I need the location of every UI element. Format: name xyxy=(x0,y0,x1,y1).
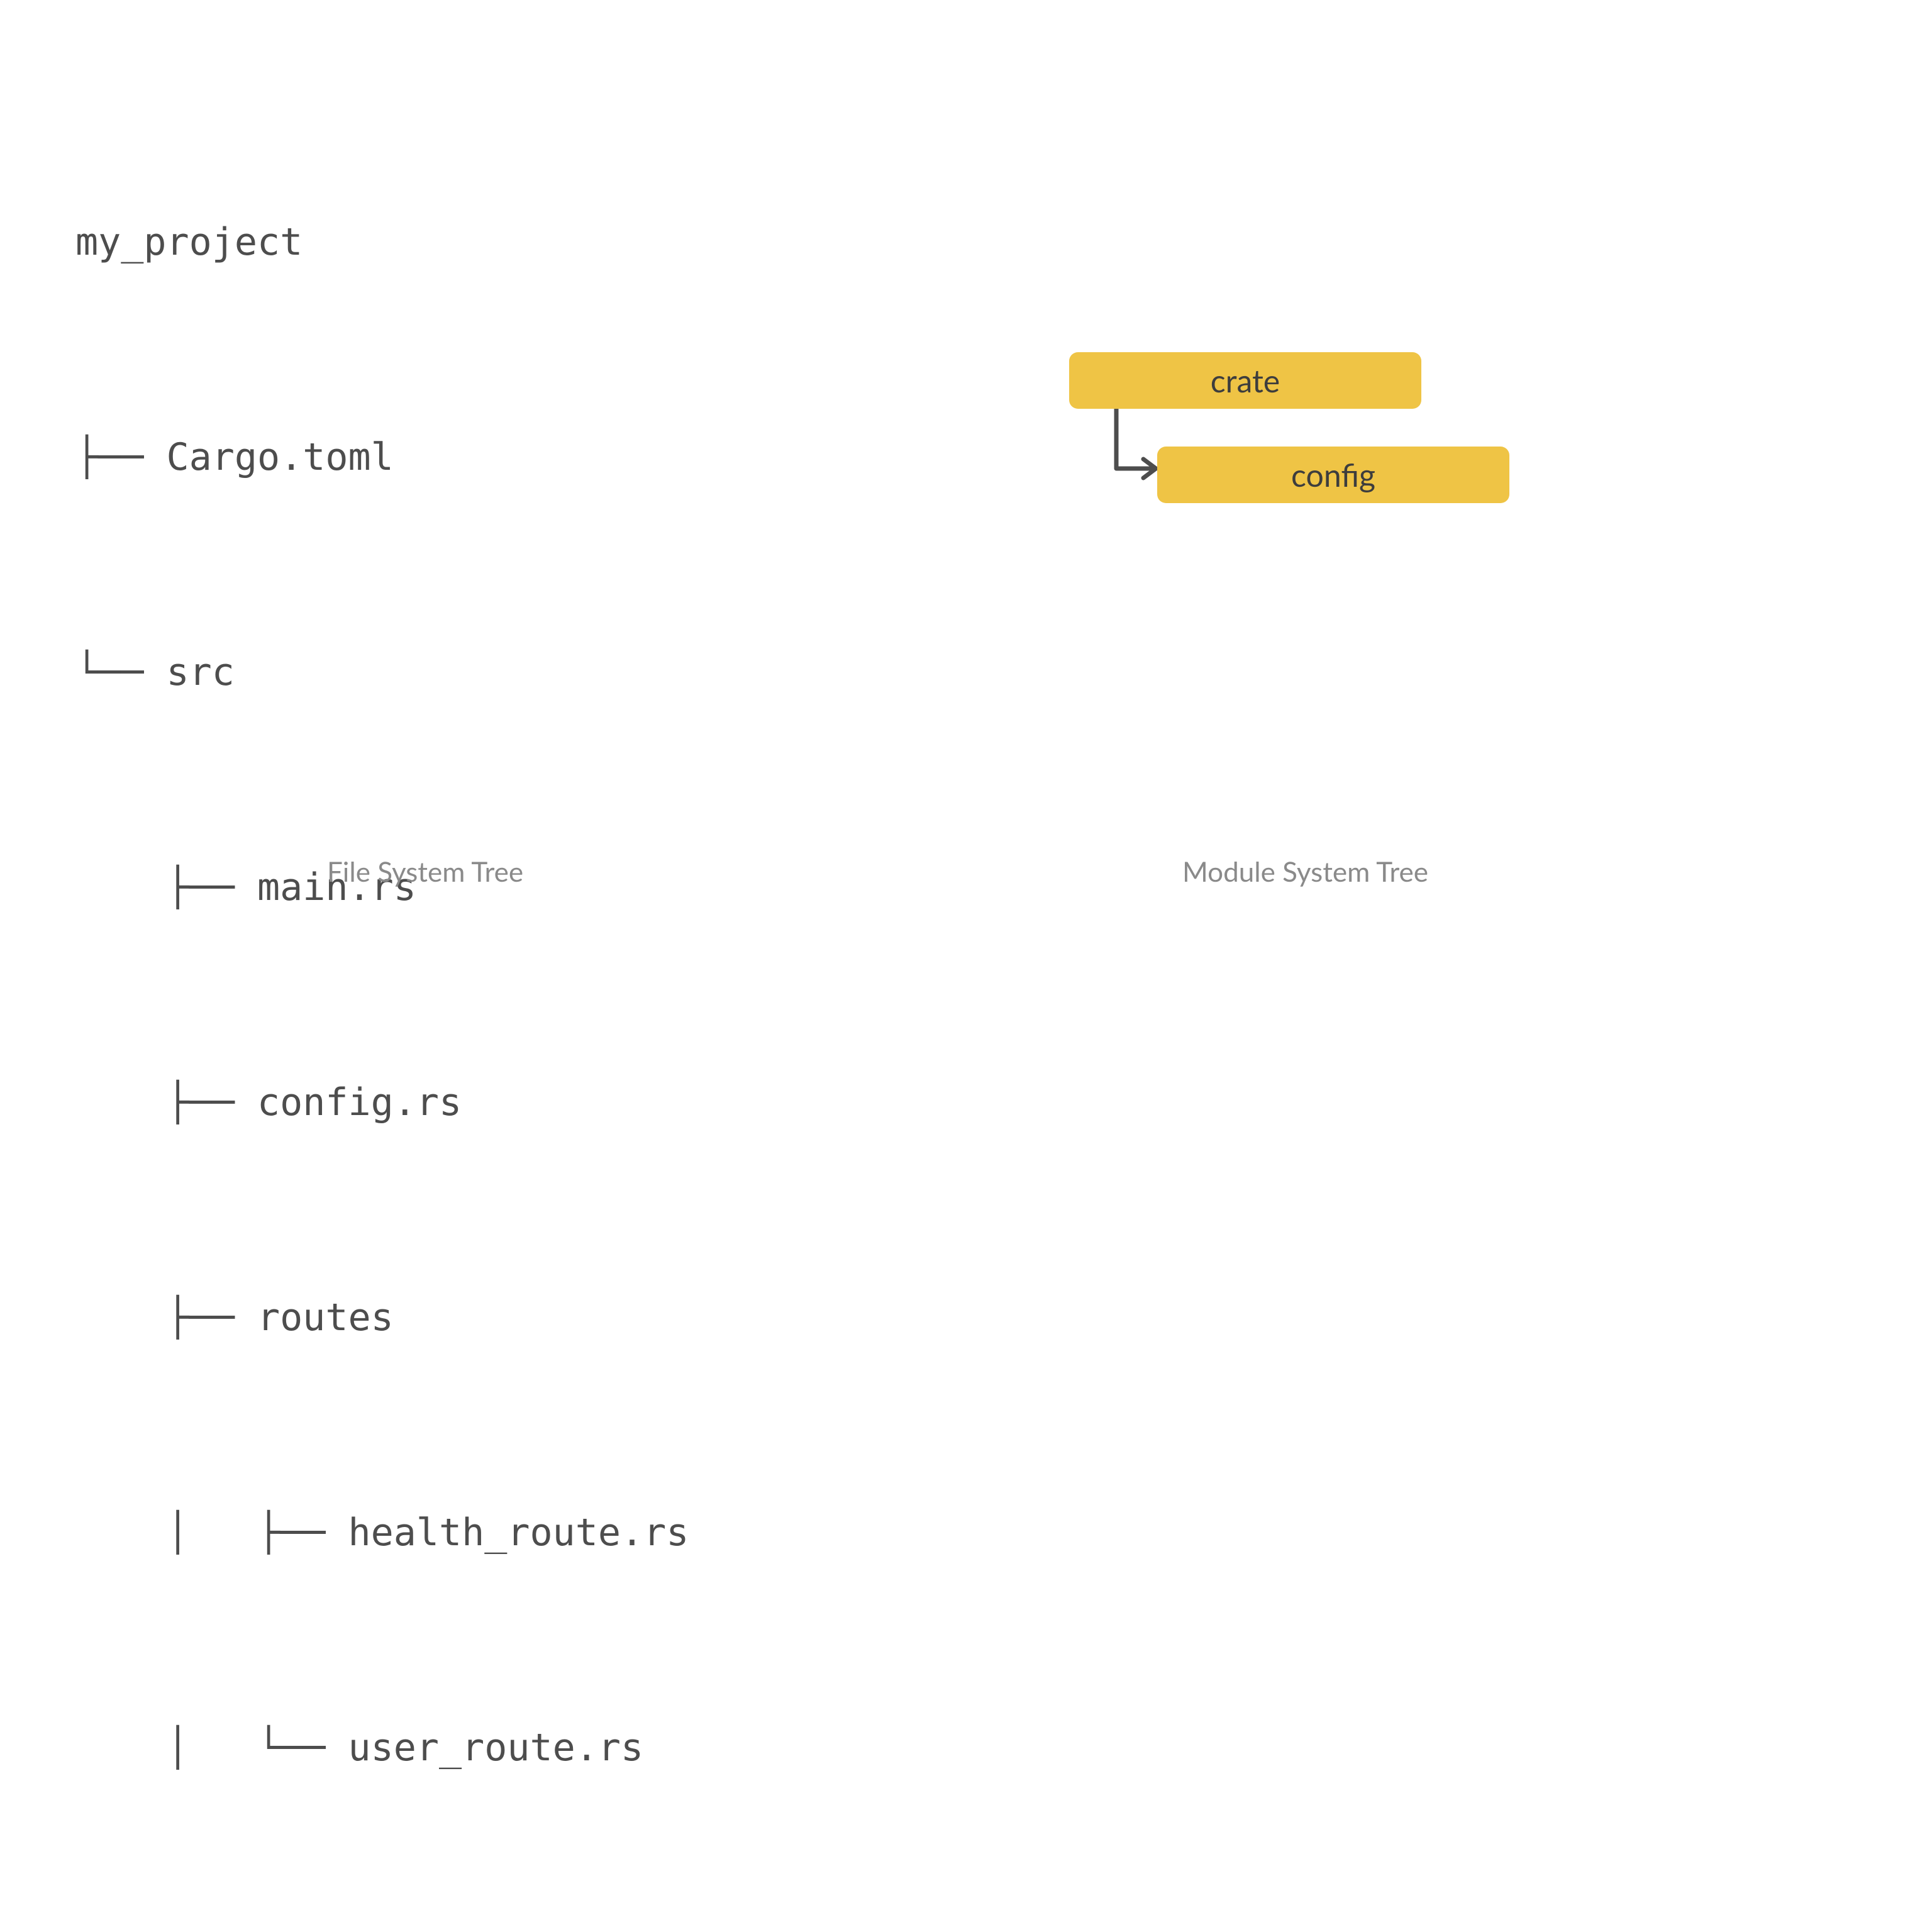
tree-item-routes: routes xyxy=(257,1296,394,1340)
tree-item-src: src xyxy=(167,650,235,694)
arrow-icon xyxy=(1107,409,1163,484)
tree-row-src: └── src xyxy=(75,636,689,708)
diagram-stage: my_project ├── Cargo.toml └── src ├── ma… xyxy=(0,0,1932,966)
tree-item-config: config.rs xyxy=(257,1080,462,1124)
module-system-tree: crate config xyxy=(1069,352,1761,604)
tree-row-models: └── models xyxy=(75,1927,689,1932)
tree-row-routes: ├── routes xyxy=(75,1282,689,1353)
tree-row-health-route: │ ├── health_route.rs xyxy=(75,1497,689,1568)
module-node-config: config xyxy=(1157,447,1509,503)
tree-item-health-route: health_route.rs xyxy=(348,1511,689,1555)
tree-row-user-route: │ └── user_route.rs xyxy=(75,1712,689,1784)
module-node-crate-label: crate xyxy=(1211,362,1280,399)
file-system-tree: my_project ├── Cargo.toml └── src ├── ma… xyxy=(75,63,689,1932)
tree-item-cargo: Cargo.toml xyxy=(167,435,394,479)
tree-item-user-route: user_route.rs xyxy=(348,1726,643,1770)
tree-row-config: ├── config.rs xyxy=(75,1067,689,1138)
tree-row-cargo: ├── Cargo.toml xyxy=(75,421,689,493)
caption-file-system: File System Tree xyxy=(327,855,523,888)
tree-root: my_project xyxy=(75,206,689,278)
module-node-config-label: config xyxy=(1291,456,1375,494)
module-node-crate: crate xyxy=(1069,352,1421,409)
caption-module-system: Module System Tree xyxy=(1182,855,1428,888)
